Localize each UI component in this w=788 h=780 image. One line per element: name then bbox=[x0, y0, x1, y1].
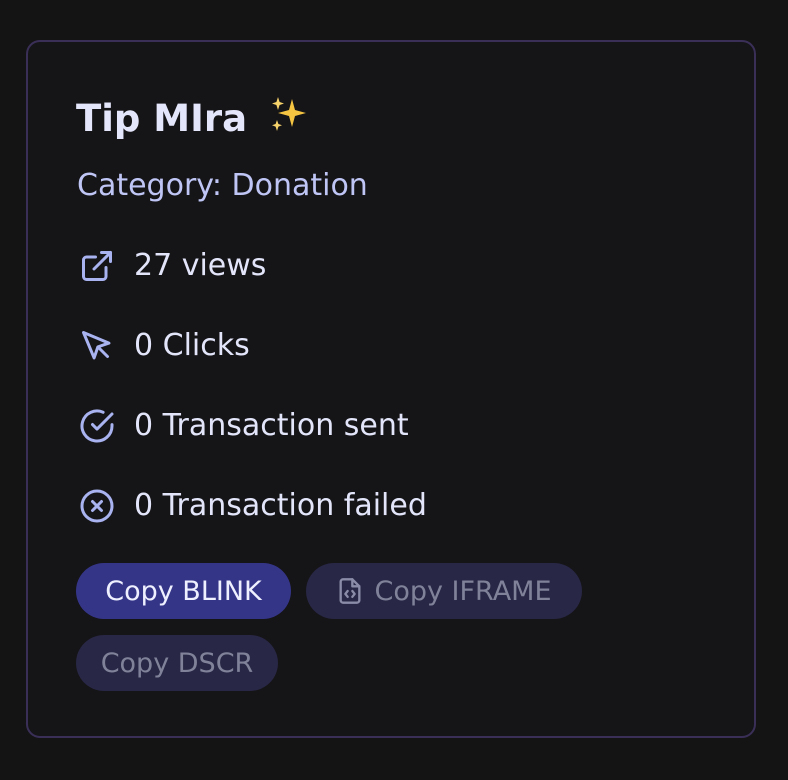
copy-dscr-button[interactable]: Copy DSCR bbox=[76, 635, 278, 691]
check-circle-icon bbox=[78, 407, 116, 445]
copy-iframe-button[interactable]: Copy IFRAME bbox=[306, 563, 582, 619]
stat-transactions-failed: 0 Transaction failed bbox=[78, 486, 427, 526]
stat-clicks: 0 Clicks bbox=[78, 326, 250, 366]
category-label: Category: Donation bbox=[77, 168, 368, 203]
stat-transactions-failed-text: 0 Transaction failed bbox=[134, 488, 427, 523]
stat-clicks-text: 0 Clicks bbox=[134, 328, 250, 363]
copy-blink-button[interactable]: Copy BLINK bbox=[76, 563, 291, 619]
copy-dscr-label: Copy DSCR bbox=[100, 647, 254, 679]
external-link-icon bbox=[78, 247, 116, 285]
copy-iframe-label: Copy IFRAME bbox=[374, 575, 552, 607]
stat-transactions-sent-text: 0 Transaction sent bbox=[134, 408, 409, 443]
stat-transactions-sent: 0 Transaction sent bbox=[78, 406, 409, 446]
card-title: Tip MIra bbox=[76, 95, 308, 147]
sparkles-icon bbox=[268, 95, 308, 147]
cursor-pointer-icon bbox=[78, 327, 116, 365]
x-circle-icon bbox=[78, 487, 116, 525]
card-title-text: Tip MIra bbox=[76, 97, 248, 140]
file-code-icon bbox=[336, 576, 364, 606]
action-card: Tip MIra Category: Donation 27 views 0 C… bbox=[26, 40, 756, 738]
copy-blink-label: Copy BLINK bbox=[105, 575, 262, 607]
stat-views-text: 27 views bbox=[134, 248, 267, 283]
stat-views: 27 views bbox=[78, 246, 266, 286]
